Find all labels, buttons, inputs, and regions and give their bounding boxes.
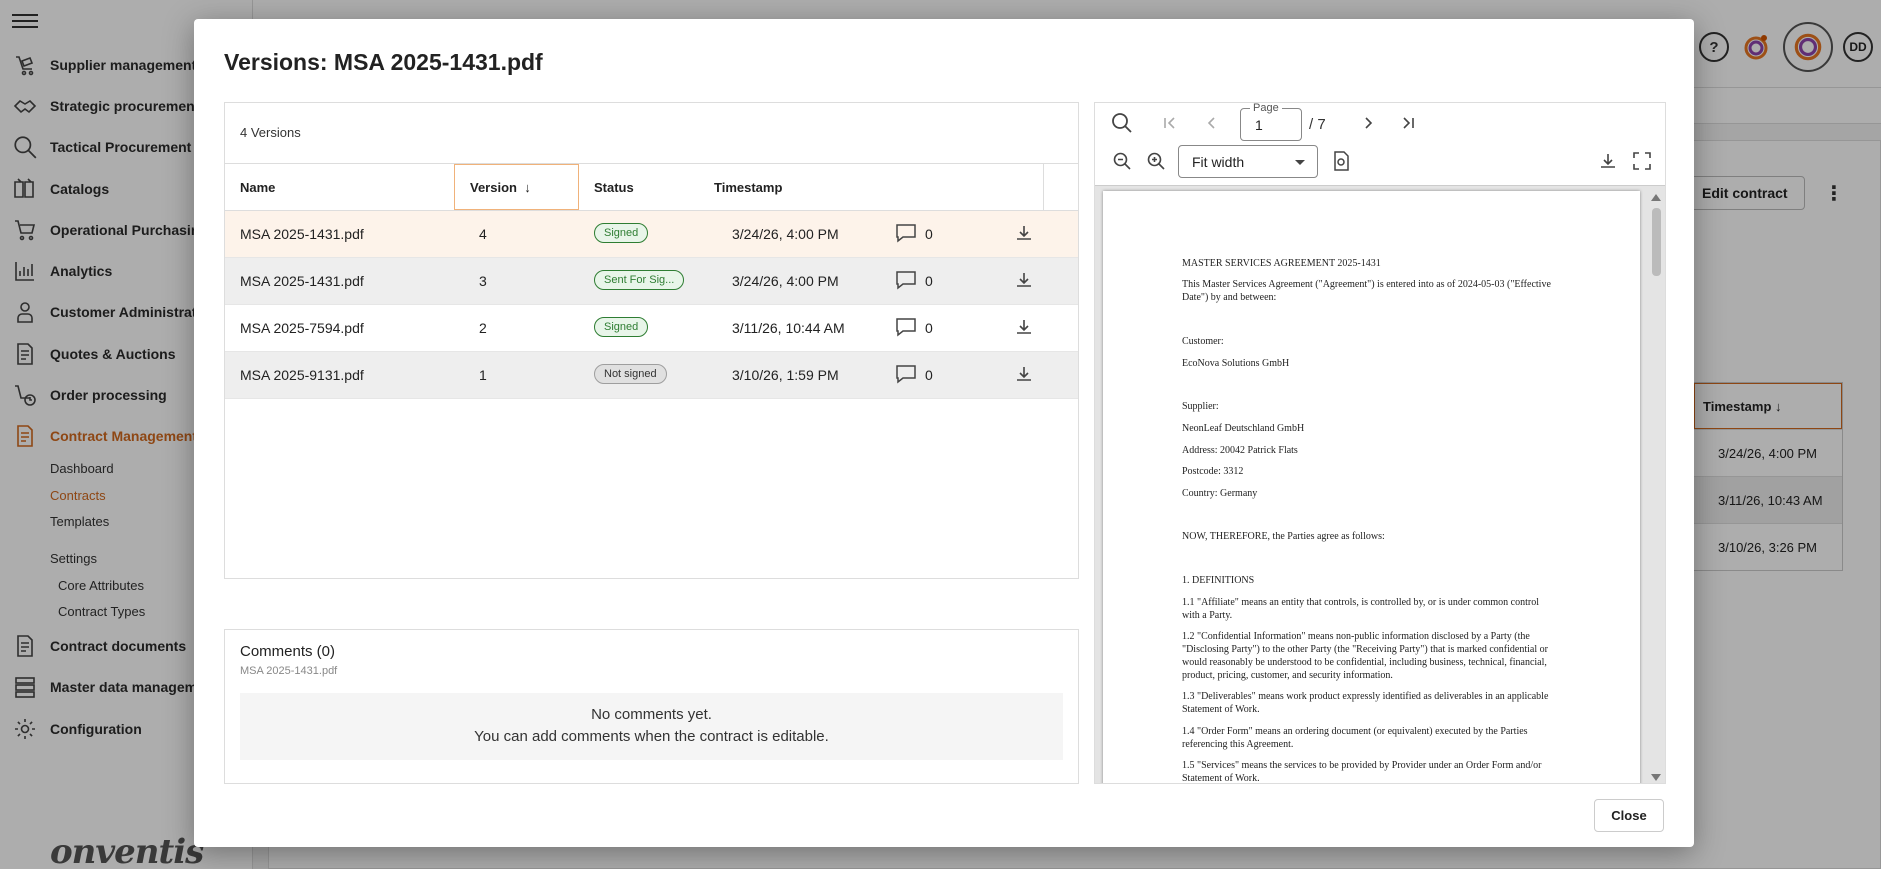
cell-timestamp: 3/10/26, 1:59 PM: [732, 367, 839, 383]
pdf-line: 1. DEFINITIONS: [1182, 575, 1255, 586]
dialog-title: Versions: MSA 2025-1431.pdf: [224, 49, 543, 75]
search-icon[interactable]: [1111, 112, 1133, 134]
column-header-name[interactable]: Name: [225, 164, 454, 210]
pdf-line: Customer:: [1182, 336, 1224, 347]
pdf-page: MASTER SERVICES AGREEMENT 2025-1431 This…: [1103, 191, 1640, 784]
table-row[interactable]: MSA 2025-9131.pdf 1 Not signed 3/10/26, …: [225, 352, 1078, 399]
version-count: 4 Versions: [240, 125, 301, 140]
zoom-mode-value: Fit width: [1192, 154, 1245, 170]
table-row[interactable]: MSA 2025-7594.pdf 2 Signed 3/11/26, 10:4…: [225, 305, 1078, 352]
comments-empty-state: No comments yet. You can add comments wh…: [240, 693, 1063, 760]
cell-version: 3: [479, 273, 487, 289]
status-badge: Not signed: [594, 363, 667, 384]
close-button[interactable]: Close: [1594, 799, 1664, 832]
cell-timestamp: 3/11/26, 10:44 AM: [732, 320, 845, 336]
status-badge: Signed: [594, 222, 649, 243]
cell-timestamp: 3/24/26, 4:00 PM: [732, 226, 839, 242]
comment-count: 0: [925, 320, 933, 336]
scroll-down-icon[interactable]: [1651, 774, 1661, 781]
versions-table: Name Version ↓ Status Timestamp MSA 2025…: [225, 163, 1078, 399]
pdf-line: Country: Germany: [1182, 488, 1258, 499]
pdf-line: 1.1 "Affiliate" means an entity that con…: [1182, 597, 1539, 608]
pdf-line: EcoNova Solutions GmbH: [1182, 358, 1290, 369]
table-row[interactable]: MSA 2025-1431.pdf 4 Signed 3/24/26, 4:00…: [225, 211, 1078, 258]
pdf-viewport[interactable]: MASTER SERVICES AGREEMENT 2025-1431 This…: [1095, 185, 1665, 784]
comment-icon[interactable]: [895, 270, 917, 293]
comment-count: 0: [925, 367, 933, 383]
pdf-line: 1.5 "Services" means the services to be …: [1182, 760, 1542, 771]
last-page-icon[interactable]: [1401, 116, 1415, 130]
cell-name: MSA 2025-9131.pdf: [240, 367, 364, 383]
empty-line-1: No comments yet.: [591, 706, 712, 723]
comment-count: 0: [925, 226, 933, 242]
comment-count: 0: [925, 273, 933, 289]
column-header-timestamp[interactable]: Timestamp: [714, 164, 1044, 210]
page-total: / 7: [1309, 116, 1326, 133]
cell-name: MSA 2025-7594.pdf: [240, 320, 364, 336]
cell-timestamp: 3/24/26, 4:00 PM: [732, 273, 839, 289]
previous-page-icon[interactable]: [1205, 116, 1219, 130]
status-badge: Signed: [594, 316, 649, 337]
cell-version: 2: [479, 320, 487, 336]
versions-dialog: Versions: MSA 2025-1431.pdf 4 Versions N…: [194, 19, 1694, 847]
sort-descending-icon: ↓: [524, 179, 531, 195]
pdf-line: NOW, THEREFORE, the Parties agree as fol…: [1182, 531, 1385, 542]
page-label: Page: [1250, 103, 1282, 114]
empty-line-2: You can add comments when the contract i…: [474, 728, 829, 745]
next-page-icon[interactable]: [1361, 116, 1375, 130]
download-icon[interactable]: [1015, 271, 1033, 292]
comment-icon[interactable]: [895, 364, 917, 387]
zoom-out-icon[interactable]: [1113, 152, 1131, 170]
comment-icon[interactable]: [895, 317, 917, 340]
zoom-in-icon[interactable]: [1147, 152, 1165, 170]
pdf-line: MASTER SERVICES AGREEMENT 2025-1431: [1182, 258, 1381, 269]
pdf-line: "Disclosing Party") to the other Party (…: [1182, 644, 1548, 655]
versions-panel: 4 Versions Name Version ↓ Status Timesta…: [224, 102, 1079, 579]
status-badge: Sent For Sig...: [594, 269, 685, 290]
pdf-line: Statement of Work.: [1182, 773, 1260, 784]
download-icon[interactable]: [1015, 318, 1033, 339]
pdf-line: Statement of Work.: [1182, 704, 1260, 715]
download-icon[interactable]: [1015, 365, 1033, 386]
pdf-line: with a Party.: [1182, 610, 1233, 621]
fullscreen-icon[interactable]: [1633, 152, 1651, 170]
cell-version: 1: [479, 367, 487, 383]
pdf-line: 1.3 "Deliverables" means work product ex…: [1182, 691, 1549, 702]
first-page-icon[interactable]: [1163, 116, 1177, 130]
fit-page-icon[interactable]: [1332, 151, 1350, 171]
pdf-toolbar: 1 Page / 7 Fit width: [1095, 103, 1665, 178]
comments-subtitle: MSA 2025-1431.pdf: [240, 665, 338, 677]
pdf-line: 1.2 "Confidential Information" means non…: [1182, 631, 1530, 642]
pdf-viewer: 1 Page / 7 Fit width MASTER SERVICES AGR…: [1094, 102, 1666, 784]
pdf-line: product, pricing, customer, and security…: [1182, 670, 1393, 681]
pdf-line: Postcode: 3312: [1182, 466, 1244, 477]
pdf-line: This Master Services Agreement ("Agreeme…: [1182, 279, 1551, 290]
cell-name: MSA 2025-1431.pdf: [240, 273, 364, 289]
chevron-down-icon: [1295, 160, 1305, 165]
column-header-version[interactable]: Version ↓: [454, 164, 579, 210]
column-header-status[interactable]: Status: [579, 164, 714, 210]
pdf-line: NeonLeaf Deutschland GmbH: [1182, 423, 1305, 434]
cell-name: MSA 2025-1431.pdf: [240, 226, 364, 242]
comments-title: Comments (0): [240, 643, 336, 660]
zoom-mode-select[interactable]: Fit width: [1178, 145, 1318, 178]
pdf-line: 1.4 "Order Form" means an ordering docum…: [1182, 726, 1528, 737]
comments-panel: Comments (0) MSA 2025-1431.pdf No commen…: [224, 629, 1079, 784]
table-header: Name Version ↓ Status Timestamp: [225, 163, 1078, 211]
pdf-line: Supplier:: [1182, 401, 1219, 412]
pdf-line: Date") by and between:: [1182, 292, 1277, 303]
pdf-line: Address: 20042 Patrick Flats: [1182, 445, 1298, 456]
pdf-line: would reasonably be understood to be con…: [1182, 657, 1547, 668]
cell-version: 4: [479, 226, 487, 242]
comment-icon[interactable]: [895, 223, 917, 246]
scroll-up-icon[interactable]: [1651, 194, 1661, 201]
pdf-line: referencing this Agreement.: [1182, 739, 1294, 750]
table-row[interactable]: MSA 2025-1431.pdf 3 Sent For Sig... 3/24…: [225, 258, 1078, 305]
download-icon[interactable]: [1599, 152, 1617, 170]
scrollbar[interactable]: [1652, 208, 1661, 276]
download-icon[interactable]: [1015, 224, 1033, 245]
